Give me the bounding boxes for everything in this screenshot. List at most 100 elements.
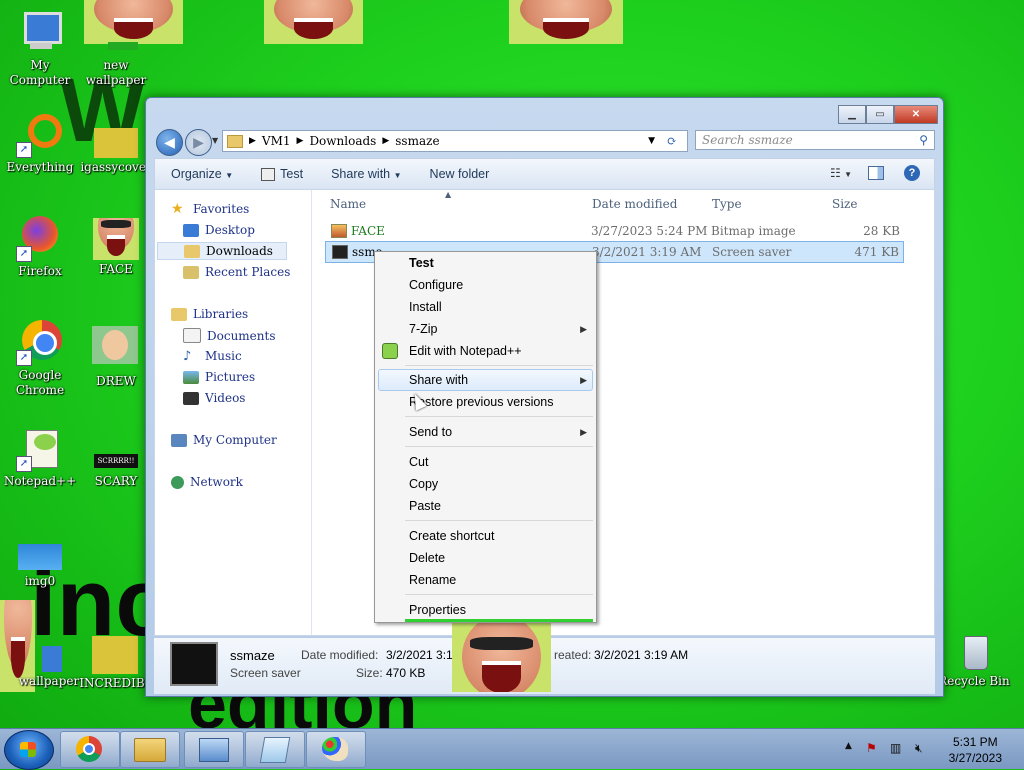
organize-button[interactable]: Organize ▼: [155, 167, 247, 181]
start-button[interactable]: [4, 730, 54, 770]
nav-network[interactable]: Network: [171, 475, 243, 489]
recent-pages-dropdown[interactable]: ▼: [212, 136, 218, 145]
menu-item-properties[interactable]: Properties: [409, 603, 466, 617]
file-size: 471 KB: [854, 245, 899, 259]
action-center-icon[interactable]: ⚑: [866, 741, 877, 755]
videos-icon: [183, 391, 199, 405]
network-tray-icon[interactable]: ▥: [890, 741, 901, 755]
desktop-icon-wallpaper[interactable]: wallpaper: [0, 646, 80, 689]
window-controls: ▁ ▭ ✕: [838, 105, 938, 124]
desktop-icon-new-wallpaper[interactable]: new wallpaper: [76, 10, 156, 88]
menu-item-restore-previous-versions[interactable]: Restore previous versions: [409, 395, 554, 409]
nav-desktop[interactable]: Desktop: [183, 223, 255, 237]
menu-item-configure[interactable]: Configure: [409, 278, 463, 292]
nav-pictures[interactable]: Pictures: [183, 370, 255, 384]
desktop-icon-my-computer[interactable]: My Computer: [0, 10, 80, 88]
nav-music[interactable]: ♪ Music: [183, 349, 242, 363]
breadcrumb-downloads[interactable]: Downloads: [309, 134, 376, 148]
nav-downloads[interactable]: Downloads: [157, 242, 287, 260]
taskbar-notepad[interactable]: [245, 731, 305, 768]
breadcrumb-vm1[interactable]: VM1: [262, 134, 291, 148]
nav-label: Documents: [207, 328, 276, 343]
face-overlay-image: [452, 622, 551, 692]
nav-favorites[interactable]: ★ Favorites: [171, 202, 249, 217]
column-type[interactable]: Type: [712, 197, 742, 211]
nav-libraries[interactable]: Libraries: [171, 307, 248, 321]
nav-videos[interactable]: Videos: [183, 391, 245, 405]
nav-my-computer[interactable]: My Computer: [171, 433, 277, 447]
forward-button[interactable]: ▶: [185, 129, 212, 156]
refresh-icon[interactable]: ⟳: [667, 134, 677, 148]
desktop-icon-scary[interactable]: SCRRRR!! SCARY: [76, 452, 156, 489]
share-with-label: Share with: [331, 167, 391, 181]
close-button[interactable]: ✕: [894, 105, 938, 124]
desktop-icon-notepadpp[interactable]: ➚ Notepad++: [0, 426, 80, 489]
preview-pane-icon[interactable]: [868, 166, 884, 180]
computer-icon: [171, 433, 187, 447]
desktop-icon-label: new wallpaper: [85, 58, 147, 87]
desktop-icon-drew[interactable]: DREW: [76, 326, 156, 389]
paint-icon: [322, 737, 348, 761]
taskbar-paint[interactable]: [306, 731, 366, 768]
menu-item-delete[interactable]: Delete: [409, 551, 445, 565]
menu-item-paste[interactable]: Paste: [409, 499, 441, 513]
column-size[interactable]: Size: [832, 197, 857, 211]
file-row-face[interactable]: FACE 3/27/2023 5:24 PM Bitmap image 28 K…: [325, 221, 904, 241]
file-date: 3/27/2023 5:24 PM: [591, 224, 708, 238]
control-panel-icon: [199, 738, 229, 762]
menu-item-rename[interactable]: Rename: [409, 573, 456, 587]
menu-item-install[interactable]: Install: [409, 300, 442, 314]
taskbar-control-panel[interactable]: [184, 731, 244, 768]
desktop-icon-img0[interactable]: img0: [0, 542, 80, 589]
nav-documents[interactable]: Documents: [183, 328, 275, 343]
search-icon: ⚲: [919, 133, 928, 147]
taskbar-chrome[interactable]: [60, 731, 120, 768]
desktop-icon-recycle-bin[interactable]: Recycle Bin: [934, 632, 1014, 689]
show-hidden-icons-button[interactable]: ▲: [845, 741, 852, 751]
file-name: FACE: [351, 224, 385, 238]
file-size: 28 KB: [863, 224, 900, 238]
view-options-button[interactable]: ☷ ▼: [830, 166, 852, 180]
desktop-icon-igassycover[interactable]: igassycover: [76, 128, 156, 175]
back-button[interactable]: ◀: [156, 129, 183, 156]
test-button[interactable]: Test: [247, 167, 317, 182]
notepadpp-menu-icon: [382, 343, 398, 359]
menu-item-create-shortcut[interactable]: Create shortcut: [409, 529, 494, 543]
desktop-icon-everything[interactable]: ➚ Everything: [0, 112, 80, 175]
new-folder-button[interactable]: New folder: [416, 167, 504, 181]
documents-icon: [183, 328, 201, 343]
address-dropdown-icon[interactable]: ▼: [648, 136, 655, 146]
breadcrumb-ssmaze[interactable]: ssmaze: [395, 134, 439, 148]
menu-item-copy[interactable]: Copy: [409, 477, 438, 491]
desktop-icon: [183, 223, 199, 237]
volume-muted-icon[interactable]: 🔇︎: [915, 741, 923, 756]
menu-item-share-with[interactable]: Share with: [409, 373, 468, 387]
maximize-button[interactable]: ▭: [866, 105, 894, 124]
menu-item-send-to[interactable]: Send to: [409, 425, 452, 439]
menu-item-edit-notepadpp[interactable]: Edit with Notepad++: [409, 344, 522, 358]
desktop-icon-google-chrome[interactable]: ➚ Google Chrome: [0, 320, 80, 398]
menu-item-test[interactable]: Test: [409, 256, 434, 270]
desktop-icon-face[interactable]: FACE: [76, 218, 156, 277]
nav-recent-places[interactable]: Recent Places: [183, 265, 290, 279]
taskbar-explorer[interactable]: [120, 731, 180, 768]
help-icon[interactable]: ?: [904, 165, 920, 181]
details-file-type: Screen saver: [230, 666, 301, 680]
minimize-button[interactable]: ▁: [838, 105, 866, 124]
search-input[interactable]: Search ssmaze ⚲: [695, 130, 935, 150]
taskbar-clock[interactable]: 5:31 PM 3/27/2023: [949, 734, 1002, 766]
column-date-modified[interactable]: Date modified: [592, 197, 677, 211]
clock-date: 3/27/2023: [948, 751, 1002, 765]
details-created-value: 3/2/2021 3:19 AM: [594, 648, 689, 662]
desktop-icon-incredible[interactable]: INCREDIBL: [76, 636, 156, 691]
computer-icon: [16, 10, 64, 56]
menu-item-7zip[interactable]: 7-Zip: [409, 322, 437, 336]
details-modified-value: 3/2/2021 3:19: [386, 648, 460, 662]
address-bar[interactable]: ▶ VM1 ▶ Downloads ▶ ssmaze ▼ ⟳: [222, 130, 688, 152]
menu-separator: [405, 365, 593, 366]
column-name[interactable]: Name: [330, 197, 366, 211]
share-with-button[interactable]: Share with ▼: [317, 167, 415, 181]
desktop-icon-firefox[interactable]: ➚ Firefox: [0, 216, 80, 279]
desktop-icon-label: My Computer: [9, 58, 71, 87]
menu-item-cut[interactable]: Cut: [409, 455, 428, 469]
